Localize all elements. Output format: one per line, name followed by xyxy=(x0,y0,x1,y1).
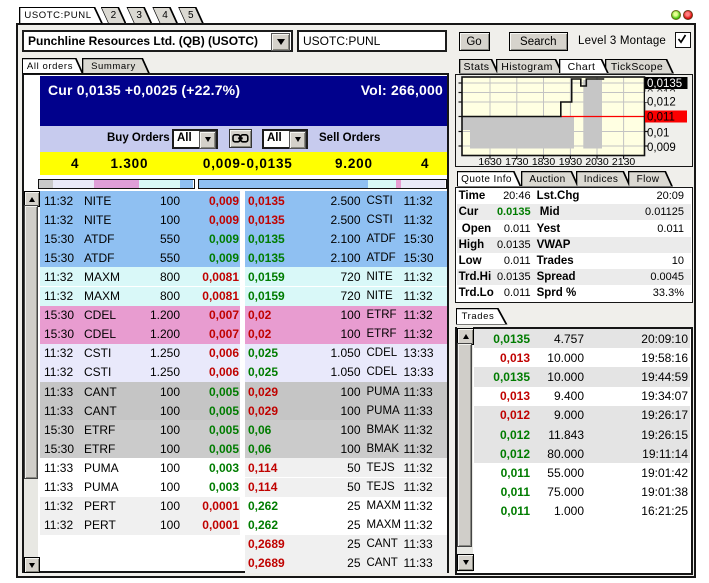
svg-text:2030: 2030 xyxy=(585,156,609,168)
svg-text:0,0135: 0,0135 xyxy=(647,78,682,90)
svg-text:0,009: 0,009 xyxy=(647,142,676,154)
svg-text:0,011: 0,011 xyxy=(647,111,675,123)
svg-text:0,012: 0,012 xyxy=(647,96,676,108)
svg-text:0,01: 0,01 xyxy=(647,127,669,139)
svg-text:1630: 1630 xyxy=(478,156,502,168)
svg-text:2130: 2130 xyxy=(612,156,636,168)
svg-text:1930: 1930 xyxy=(559,156,583,168)
svg-text:1730: 1730 xyxy=(505,156,529,168)
svg-text:1830: 1830 xyxy=(532,156,556,168)
